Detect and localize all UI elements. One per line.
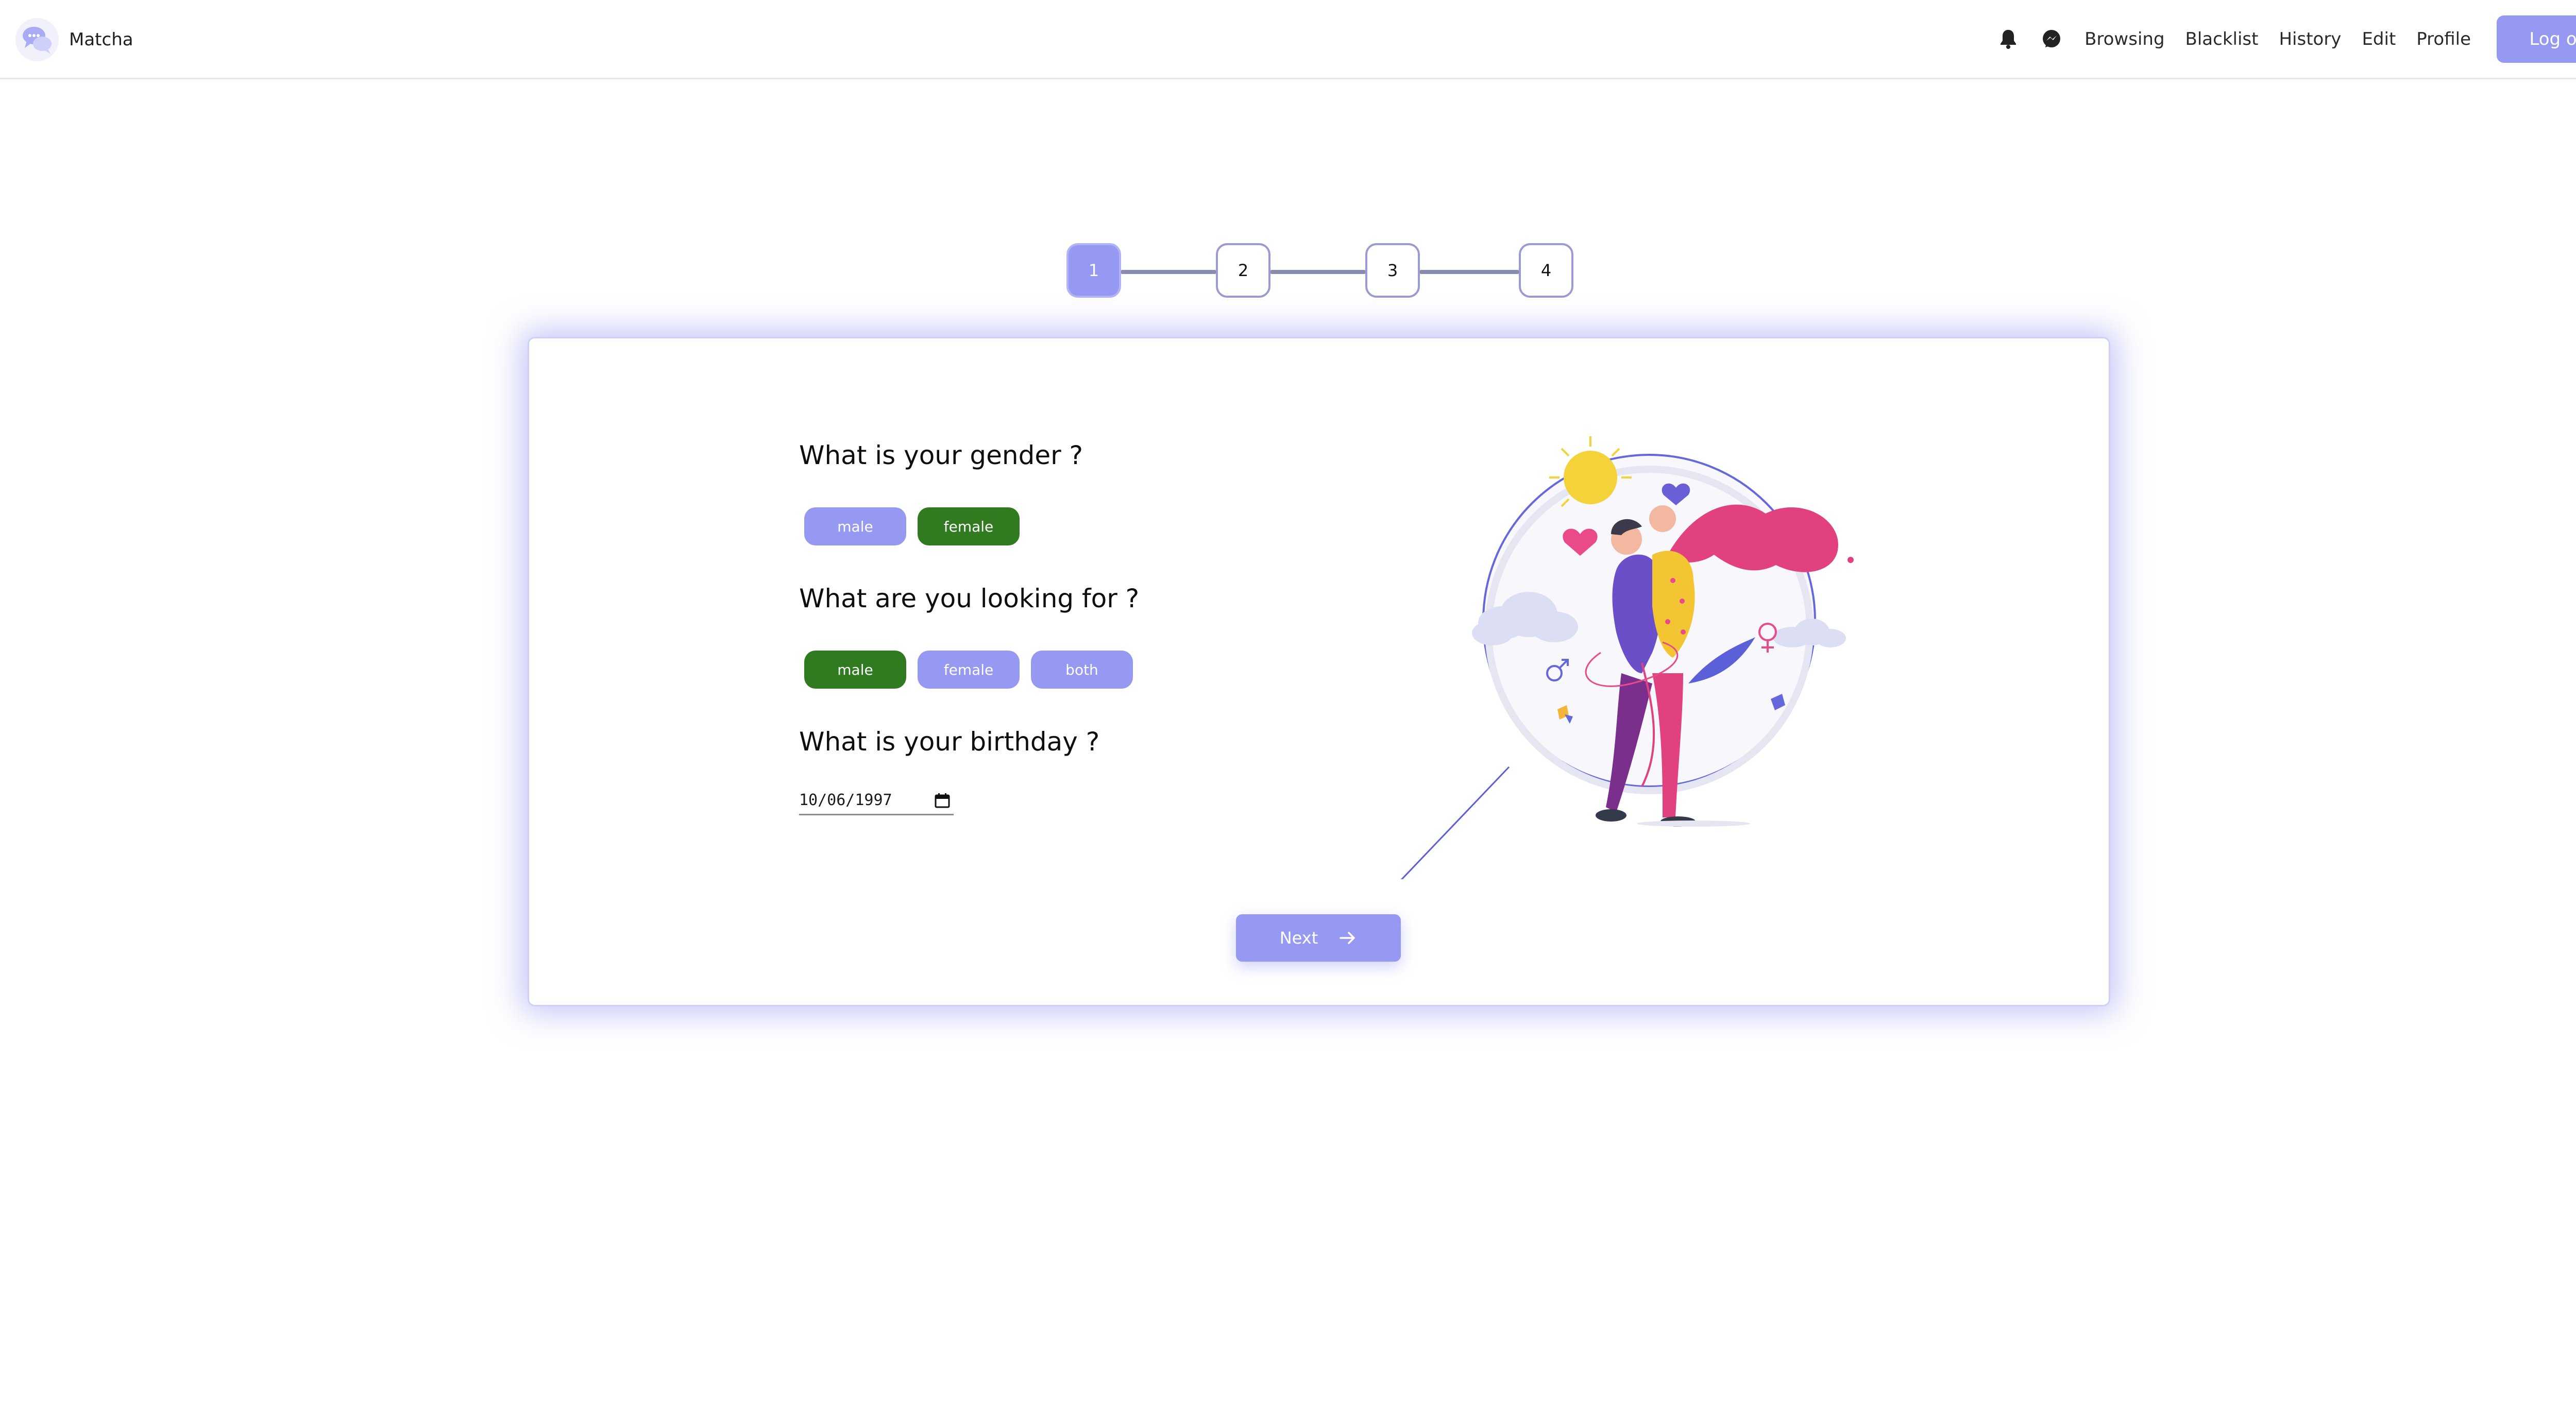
nav-link-blacklist[interactable]: Blacklist [2185, 29, 2259, 49]
nav-link-edit[interactable]: Edit [2362, 29, 2396, 49]
messenger-icon[interactable] [2041, 29, 2062, 49]
magnifier-handle [1400, 766, 1510, 879]
top-navbar: Matcha Browsing Blacklist History Edit P… [0, 0, 2576, 79]
birthday-question: What is your birthday ? [799, 727, 1100, 757]
brand[interactable]: Matcha [15, 16, 133, 63]
nav-link-history[interactable]: History [2279, 29, 2341, 49]
step-3[interactable]: 3 [1365, 243, 1420, 298]
logout-button[interactable]: Log out [2497, 15, 2576, 63]
couple-illustration [1400, 436, 1854, 879]
looking-for-question: What are you looking for ? [799, 584, 1140, 613]
step-2[interactable]: 2 [1216, 243, 1270, 298]
bell-icon[interactable] [1998, 29, 2019, 49]
arrow-right-icon [1340, 932, 1355, 944]
looking-for-option-male[interactable]: male [804, 651, 906, 689]
step-connector [1121, 270, 1216, 274]
step-4[interactable]: 4 [1519, 243, 1573, 298]
gender-option-male[interactable]: male [804, 507, 906, 545]
next-button[interactable]: Next [1236, 914, 1401, 962]
birthday-date-input[interactable]: 10/06/1997 [799, 787, 954, 815]
chat-bubbles-icon [15, 18, 59, 61]
nav-link-profile[interactable]: Profile [2416, 29, 2471, 49]
calendar-icon[interactable] [934, 792, 951, 809]
onboarding-card: What is your gender ? male female What a… [528, 337, 2110, 1006]
birthday-value: 10/06/1997 [799, 791, 892, 809]
looking-for-option-both[interactable]: both [1031, 651, 1133, 689]
step-connector [1270, 270, 1365, 274]
nav-link-browsing[interactable]: Browsing [2084, 29, 2164, 49]
brand-name: Matcha [69, 29, 133, 50]
sun [1564, 451, 1617, 504]
next-label: Next [1279, 928, 1318, 948]
nav-menu: Browsing Blacklist History Edit Profile … [1998, 15, 2576, 63]
step-1[interactable]: 1 [1066, 243, 1121, 298]
step-connector [1420, 270, 1519, 274]
progress-stepper: 1 2 3 4 [1066, 243, 1573, 300]
gender-question: What is your gender ? [799, 440, 1083, 470]
gender-option-female[interactable]: female [918, 507, 1020, 545]
looking-for-option-female[interactable]: female [918, 651, 1020, 689]
